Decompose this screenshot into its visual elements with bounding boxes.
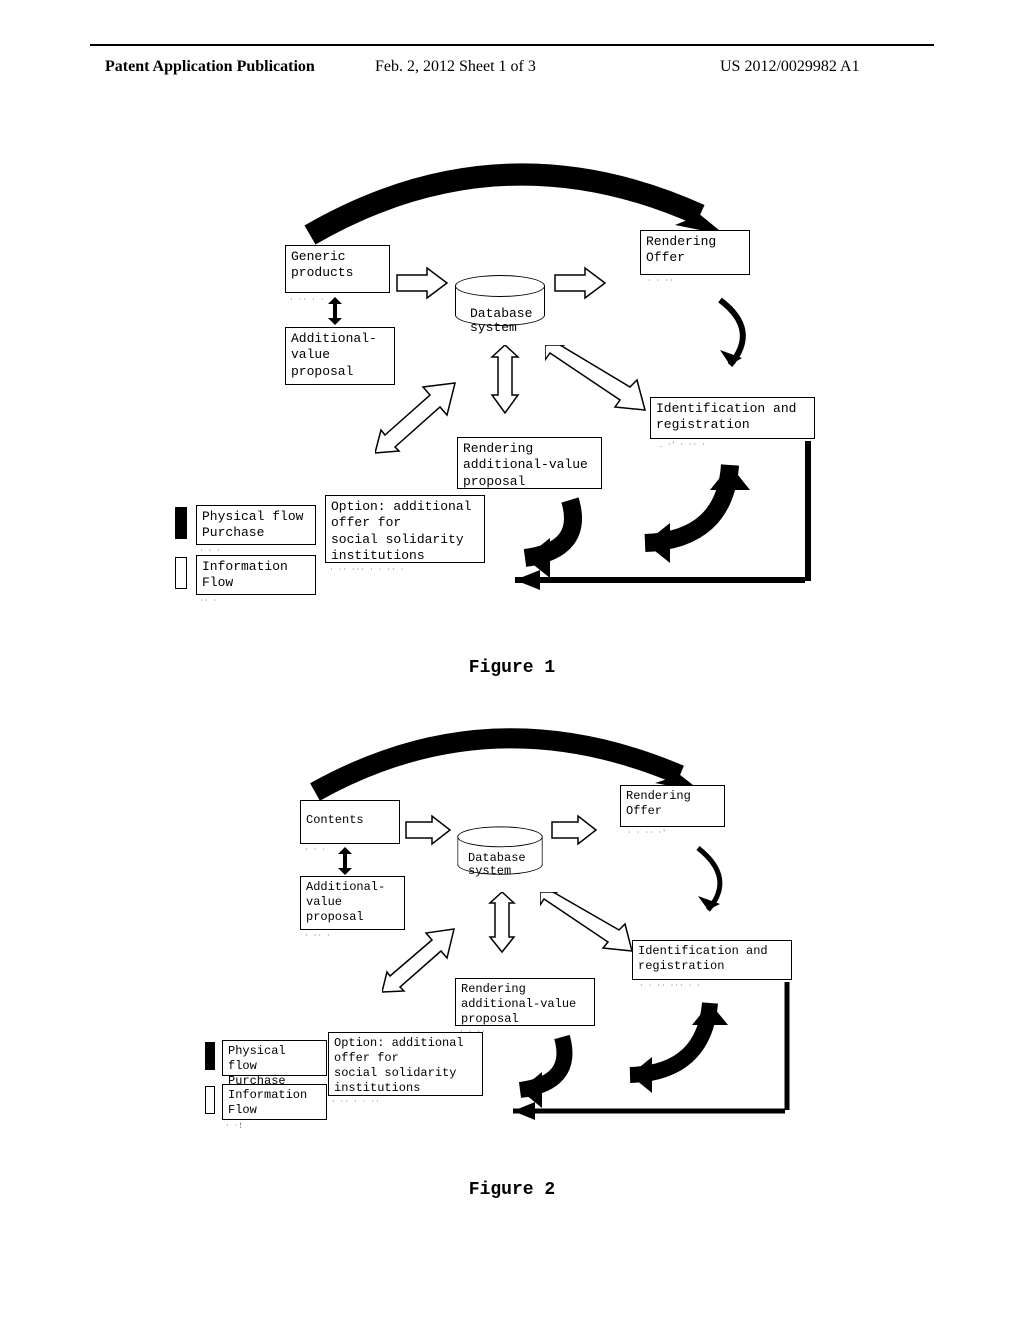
noise-dots: ·· · [200, 596, 310, 605]
diagonal-outline-arrow-icon [545, 345, 655, 420]
header-publication: Patent Application Publication [105, 58, 315, 76]
figure-1-caption: Figure 1 [0, 658, 1024, 678]
legend-information-flow: InformationFlow [196, 555, 316, 595]
legend-physical-icon [205, 1042, 215, 1070]
legend-physical-flow: Physical flowPurchase [222, 1040, 327, 1076]
contents-box: Contents [300, 800, 400, 844]
vertical-outline-double-arrow-icon [488, 892, 516, 954]
curved-arrow-icon [680, 840, 755, 925]
noise-dots: · · · [200, 546, 310, 555]
generic-products-box: Genericproducts [285, 245, 390, 293]
noise-dots: · · ·· [648, 276, 743, 285]
option-box: Option: additionaloffer forsocial solida… [325, 495, 485, 563]
outline-arrow-icon [402, 812, 454, 848]
rendering-avp-box: Renderingadditional-valueproposal [457, 437, 602, 489]
noise-dots: · ·! [226, 1121, 321, 1130]
outline-arrow-icon [392, 263, 452, 303]
outline-arrow-icon [548, 812, 600, 848]
thick-line-icon [780, 982, 798, 1114]
noise-dots: · ·· ··· · · ·· · [330, 565, 480, 574]
noise-dots: · · ·· ·' [628, 828, 718, 837]
curved-arrow-icon [700, 290, 780, 380]
legend-info-icon [205, 1086, 215, 1114]
vertical-double-arrow-icon [338, 847, 352, 875]
identification-registration-box: Identification andregistration [650, 397, 815, 439]
rendering-offer-box: RenderingOffer [620, 785, 725, 827]
option-box: Option: additionaloffer forsocial solida… [328, 1032, 483, 1096]
diagonal-outline-arrow-icon [540, 892, 640, 960]
legend-information-flow: InformationFlow [222, 1084, 327, 1120]
rendering-offer-box: RenderingOffer [640, 230, 750, 275]
figure-2-caption: Figure 2 [0, 1180, 1024, 1200]
header-divider [90, 44, 934, 46]
vertical-outline-double-arrow-icon [490, 345, 520, 415]
identification-registration-box: Identification andregistration [632, 940, 792, 980]
vertical-double-arrow-icon [328, 297, 342, 325]
outline-arrow-icon [550, 263, 610, 303]
thick-curved-arrow-icon [615, 445, 755, 575]
legend-physical-icon [175, 507, 187, 539]
legend-physical-flow: Physical flowPurchase [196, 505, 316, 545]
figure-2: Contents · · · Additional-valueproposal … [0, 700, 1024, 1240]
diagonal-outline-arrow-icon [375, 375, 470, 455]
database-label: Databasesystem [470, 307, 532, 336]
rendering-avp-box: Renderingadditional-valueproposal [455, 978, 595, 1026]
header-date-sheet: Feb. 2, 2012 Sheet 1 of 3 [375, 58, 536, 76]
noise-dots: · ·· · · ·· [332, 1097, 477, 1106]
database-label: Databasesystem [468, 852, 526, 878]
legend-info-icon [175, 557, 187, 589]
figure-1: Genericproducts · ·· · · Additional-valu… [0, 145, 1024, 685]
thick-line-icon [800, 441, 820, 586]
thick-curved-arrow-icon [602, 985, 732, 1105]
header-publication-number: US 2012/0029982 A1 [720, 58, 860, 76]
